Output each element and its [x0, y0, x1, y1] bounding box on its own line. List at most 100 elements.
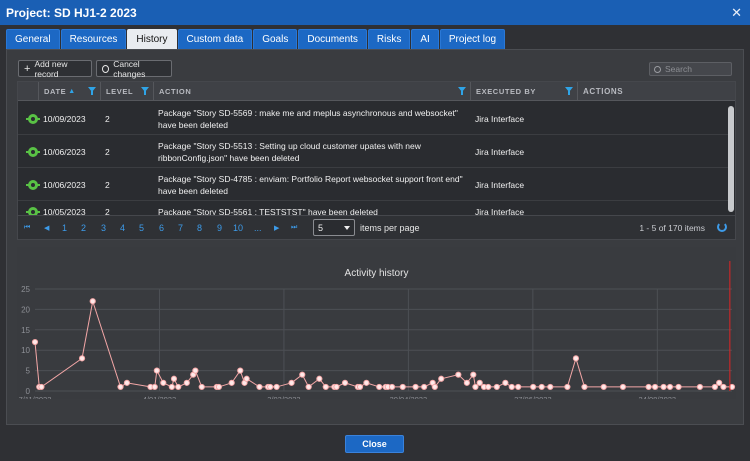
items-per-page-label: items per page [360, 223, 420, 233]
data-point [412, 383, 419, 391]
data-point [341, 379, 349, 386]
data-point [356, 383, 364, 391]
y-tick-label: 15 [21, 326, 30, 335]
column-label-executed-by: EXECUTED BY [476, 87, 536, 96]
table-row[interactable]: 10/06/2023 2 Package "Story SD-4785 : en… [18, 168, 728, 201]
first-page-icon[interactable]: ⏮ [24, 224, 30, 232]
tab-risks[interactable]: Risks [367, 29, 411, 49]
data-point [431, 383, 438, 391]
search-box [649, 62, 732, 76]
more-pages-link[interactable]: ... [254, 223, 262, 233]
table-row[interactable]: 10/09/2023 2 Package "Story SD-5569 : ma… [18, 102, 728, 135]
row-executed-by: Jira Interface [475, 179, 525, 190]
tab-history[interactable]: History [127, 29, 177, 49]
data-point [455, 371, 462, 378]
column-header-level[interactable]: LEVEL [100, 82, 153, 101]
data-point [581, 383, 588, 391]
cancel-changes-label: Cancel changes [113, 58, 146, 79]
column-header-executed-by[interactable]: EXECUTED BY [470, 82, 577, 101]
row-executed-by: Jira Interface [475, 207, 525, 216]
data-point [711, 383, 718, 391]
tab-general[interactable]: General [6, 29, 60, 49]
page-1-link[interactable]: 1 [62, 223, 67, 233]
tab-ai[interactable]: AI [411, 29, 439, 49]
page-3-link[interactable]: 3 [101, 223, 106, 233]
page-10-link[interactable]: 10 [233, 223, 243, 233]
row-date: 10/06/2023 [43, 146, 86, 157]
column-header-action[interactable]: ACTION [153, 82, 470, 101]
gear-icon[interactable] [26, 179, 40, 190]
data-point [243, 375, 250, 382]
tab-goals[interactable]: Goals [253, 29, 298, 49]
page-size-select[interactable]: 5 [313, 219, 355, 236]
data-point [376, 383, 383, 391]
data-point [572, 355, 580, 362]
close-icon[interactable]: ✕ [731, 5, 742, 21]
data-point [228, 379, 235, 386]
last-page-icon[interactable]: ⏭ [291, 224, 297, 232]
search-input[interactable] [665, 64, 727, 74]
tab-resources[interactable]: Resources [60, 29, 127, 49]
page-9-link[interactable]: 9 [217, 223, 222, 233]
column-header-actions: ACTIONS [577, 82, 727, 101]
data-point [600, 383, 607, 391]
gear-icon[interactable] [26, 146, 40, 157]
data-point [288, 379, 295, 386]
data-point [168, 383, 175, 391]
filter-icon[interactable] [141, 87, 149, 95]
data-point [493, 383, 500, 391]
y-tick-label: 20 [21, 305, 30, 314]
refresh-icon[interactable] [717, 222, 727, 232]
data-point [666, 383, 674, 391]
page-5-link[interactable]: 5 [139, 223, 144, 233]
column-label-level: LEVEL [106, 87, 134, 96]
row-action: Package "Story SD-4785 : enviam: Portfol… [158, 173, 463, 196]
column-header-date[interactable]: DATE ▲ [38, 82, 100, 101]
page-4-link[interactable]: 4 [120, 223, 125, 233]
table-row[interactable]: 10/06/2023 2 Package "Story SD-5513 : Se… [18, 135, 728, 168]
page-7-link[interactable]: 7 [178, 223, 183, 233]
sort-ascending-icon: ▲ [68, 88, 76, 95]
page-2-link[interactable]: 2 [81, 223, 86, 233]
cancel-changes-button[interactable]: Cancel changes [96, 58, 172, 79]
filter-icon[interactable] [88, 87, 96, 95]
page-8-link[interactable]: 8 [197, 223, 202, 233]
chart-svg: 05101520257/11/20224/01/20233/03/202330/… [19, 261, 736, 399]
data-point [215, 383, 222, 391]
tab-documents[interactable]: Documents [298, 29, 367, 49]
grid-toolbar: + Add new record Cancel changes [8, 58, 736, 80]
data-point [421, 383, 428, 391]
data-point [363, 379, 370, 386]
data-point [183, 379, 190, 386]
data-point [151, 383, 158, 391]
data-point [123, 379, 131, 386]
data-point [256, 383, 263, 391]
data-point [645, 383, 652, 391]
data-point [153, 367, 160, 374]
y-tick-label: 25 [21, 285, 30, 294]
gear-icon[interactable] [26, 207, 40, 215]
page-6-link[interactable]: 6 [159, 223, 164, 233]
data-point [476, 379, 483, 386]
data-point [299, 371, 306, 378]
prev-page-icon[interactable]: ◀ [44, 224, 49, 232]
grid-pager: ⏮ ◀ 1 2 3 4 5 6 7 8 9 10 ... ▶ ⏭ 5 items… [17, 216, 736, 240]
data-point [192, 367, 199, 374]
filter-icon[interactable] [458, 87, 466, 95]
table-row[interactable]: 10/05/2023 2 Package "Story SD-5561 : TE… [18, 201, 728, 216]
scrollbar-thumb[interactable] [728, 106, 734, 212]
add-record-button[interactable]: + Add new record [18, 59, 92, 79]
close-button[interactable]: Close [345, 435, 404, 453]
filter-icon[interactable] [565, 87, 573, 95]
data-point [267, 383, 274, 391]
data-point [463, 379, 470, 386]
tab-project-log[interactable]: Project log [439, 29, 506, 49]
data-point [720, 383, 727, 391]
activity-chart: Activity history 05101520257/11/20224/01… [17, 247, 736, 399]
data-point [305, 383, 312, 391]
data-point [333, 383, 340, 391]
tab-custom-data[interactable]: Custom data [177, 29, 253, 49]
next-page-icon[interactable]: ▶ [274, 224, 279, 232]
grid-scrollbar[interactable] [728, 103, 734, 215]
gear-icon[interactable] [26, 113, 40, 124]
